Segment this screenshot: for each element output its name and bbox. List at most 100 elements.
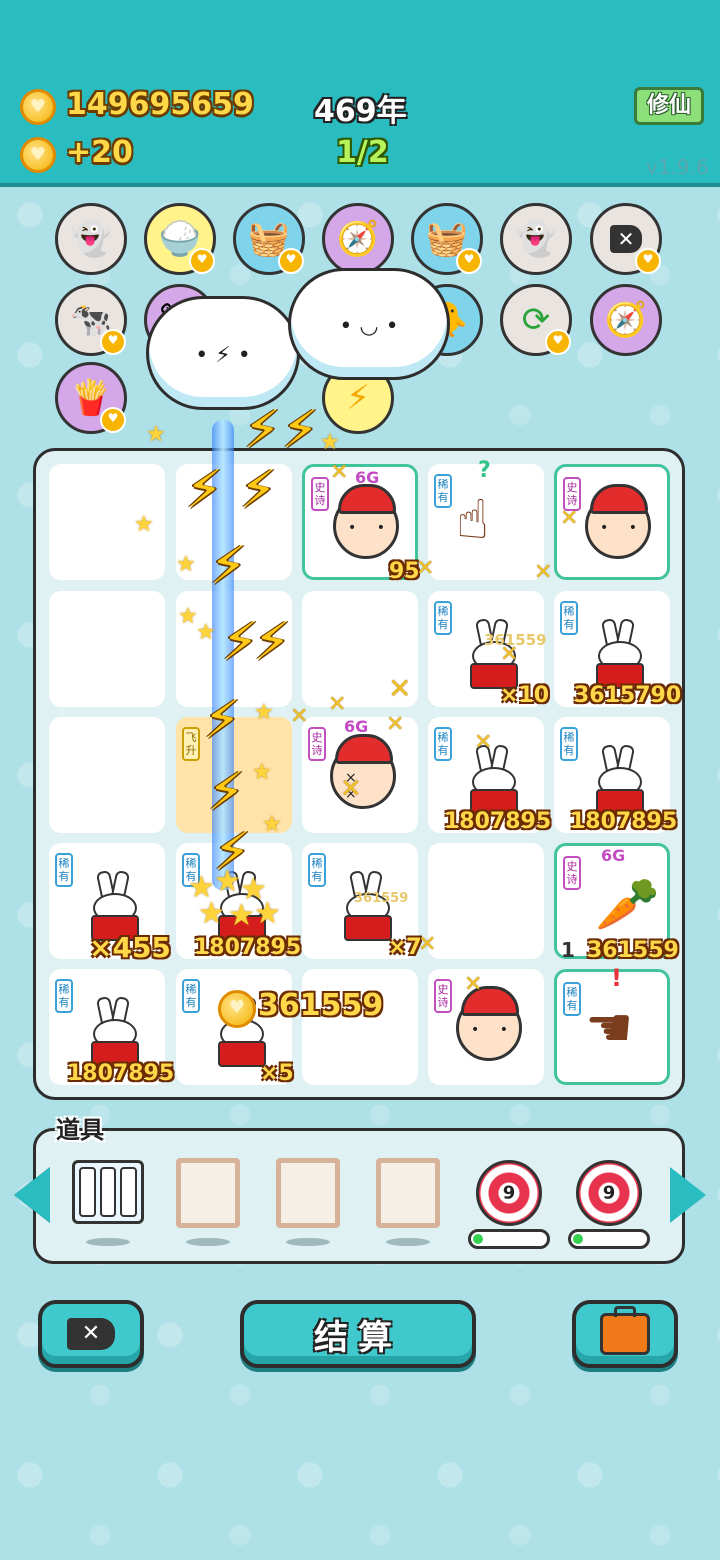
lightning-bolt-icon: ⚡: [204, 690, 241, 750]
lightning-bolt-icon: ⚡: [210, 536, 247, 596]
item-shadow: [286, 1238, 330, 1246]
rarity-tag: 稀有: [560, 727, 578, 761]
heart-badge-icon: ♥: [456, 248, 482, 274]
close-button[interactable]: ✕: [38, 1300, 144, 1368]
skill-refresh[interactable]: ⟳ ♥: [500, 284, 572, 356]
board-cell-empty[interactable]: [49, 717, 165, 833]
skill-rice-bowl[interactable]: 🍚 ♥: [144, 203, 216, 275]
cross-mark-icon: ✕: [340, 774, 362, 804]
lightning-icon: ⚡: [346, 378, 370, 418]
item-slot-empty[interactable]: [276, 1158, 340, 1228]
skill-ghost-2[interactable]: 👻: [500, 203, 572, 275]
alert-mark: !: [611, 964, 622, 992]
board-cell-empty[interactable]: [428, 843, 544, 959]
rarity-tag: 稀有: [55, 979, 73, 1013]
wave-counter: 1/2: [336, 135, 389, 170]
board-cell-bunny[interactable]: 稀有 1807895: [49, 969, 174, 1086]
item-shadow: [86, 1238, 130, 1246]
coin-icon: [20, 137, 56, 173]
cross-mark-icon: ✕: [534, 560, 553, 585]
board-cell-bunny[interactable]: 稀有 3615790: [554, 591, 681, 708]
bunny-icon: [594, 619, 644, 689]
year-counter: 469年: [314, 94, 407, 129]
heart-badge-icon: ♥: [545, 329, 571, 355]
lightning-bolt-icon: ⚡: [282, 400, 319, 460]
ghost-icon: 👻: [69, 219, 113, 259]
target-item[interactable]: 9: [476, 1160, 542, 1226]
cross-mark-icon: ✕: [474, 730, 493, 755]
board-cell-empty[interactable]: [49, 591, 165, 707]
compass-icon: 🧭: [604, 300, 648, 340]
board-cell-boy[interactable]: 史诗 • •: [428, 969, 544, 1085]
backpack-button[interactable]: [572, 1300, 678, 1368]
item-shadow: [386, 1238, 430, 1246]
rarity-tag: 稀有: [182, 979, 200, 1013]
rarity-tag: 稀有: [308, 853, 326, 887]
cultivate-button[interactable]: 修仙: [634, 87, 704, 125]
rarity-tag: 史诗: [308, 727, 326, 761]
rarity-tag: 稀有: [55, 853, 73, 887]
cloud-face-icon: • ⚡ •: [195, 343, 251, 368]
star-icon: ★: [178, 604, 198, 629]
board-cell-bunny[interactable]: 稀有 361559 ×7: [302, 843, 422, 960]
skill-compass[interactable]: 🧭: [322, 203, 394, 275]
star-icon: ★: [176, 552, 196, 577]
skill-fruit-basket[interactable]: 🧺 ♥: [233, 203, 305, 275]
target-item[interactable]: 9: [576, 1160, 642, 1226]
settle-label: 结算: [314, 1317, 402, 1358]
board-cell-bunny[interactable]: 稀有 ×455: [49, 843, 171, 964]
star-icon: ★: [228, 898, 255, 933]
floating-value: 361559: [354, 891, 409, 906]
board-cell-hand[interactable]: 稀有 ? ☝: [428, 458, 544, 580]
skill-cows[interactable]: 🐄 ♥: [55, 284, 127, 356]
item-slot-empty[interactable]: [176, 1158, 240, 1228]
board-cell-bunny[interactable]: 稀有 361559 ×10: [428, 591, 549, 708]
lightning-bolt-icon: ⚡: [208, 762, 245, 822]
board-cell-carrot[interactable]: 史诗 6G 🥕 1 361559: [554, 843, 679, 963]
cell-multiplier: ×455: [89, 931, 171, 964]
bunny-icon: [89, 997, 139, 1067]
settle-button[interactable]: 结算: [240, 1300, 476, 1368]
star-icon: ★: [254, 896, 281, 931]
cell-multiplier: ×7: [388, 935, 422, 960]
skill-ghost[interactable]: 👻: [55, 203, 127, 275]
items-next-arrow[interactable]: [670, 1167, 706, 1223]
rarity-tag: 史诗: [434, 979, 452, 1013]
pointing-hand-icon: ☚: [585, 996, 634, 1059]
bunny-icon: [342, 871, 392, 941]
cell-value: 1807895: [67, 1061, 175, 1086]
shelf-item[interactable]: [72, 1160, 144, 1224]
rarity-tag: 稀有: [434, 474, 452, 508]
skill-fries[interactable]: 🍟 ♥: [55, 362, 127, 434]
items-title: 道具: [56, 1116, 104, 1144]
board-cell-empty[interactable]: [302, 969, 418, 1085]
cell-level: 1: [561, 938, 575, 962]
board-cell-bunny[interactable]: 稀有 1807895: [554, 717, 677, 834]
cloud-face-icon: • ◡ •: [339, 314, 399, 339]
skill-fruit-basket-2[interactable]: 🧺 ♥: [411, 203, 483, 275]
heart-badge-icon: ♥: [100, 407, 126, 433]
star-icon: ★: [196, 620, 216, 645]
board-cell-boy[interactable]: 史诗 6G • • 95: [302, 464, 420, 584]
skill-compass-2[interactable]: 🧭: [590, 284, 662, 356]
star-icon: ★: [252, 760, 272, 785]
top-status-bar: 149695659 +20 469年 1/2 修仙 v1.9.6: [0, 0, 720, 187]
board-cell-hand[interactable]: 稀有 ! ☚: [554, 964, 670, 1085]
cross-mark-icon: ✕: [464, 972, 483, 997]
items-prev-arrow[interactable]: [14, 1167, 50, 1223]
item-slot-empty[interactable]: [376, 1158, 440, 1228]
coin-icon: [218, 990, 256, 1028]
lightning-bolt-icon: ⚡: [244, 400, 281, 460]
heart-badge-icon: ♥: [278, 248, 304, 274]
question-mark: ?: [478, 458, 491, 483]
boy-face-icon: • •: [585, 484, 651, 559]
cross-mark-icon: ✕: [388, 672, 412, 705]
cell-multiplier: ×10: [500, 683, 550, 708]
cell-value: 361559: [587, 938, 679, 963]
target-progress-bar: [468, 1229, 550, 1249]
lightning-bolt-icon: ⚡: [240, 460, 277, 520]
skill-close-tag[interactable]: ✕ ♥: [590, 203, 662, 275]
cross-mark-icon: ✕: [386, 712, 405, 737]
rarity-tag: 稀有: [563, 982, 581, 1016]
heart-badge-icon: ♥: [635, 248, 661, 274]
